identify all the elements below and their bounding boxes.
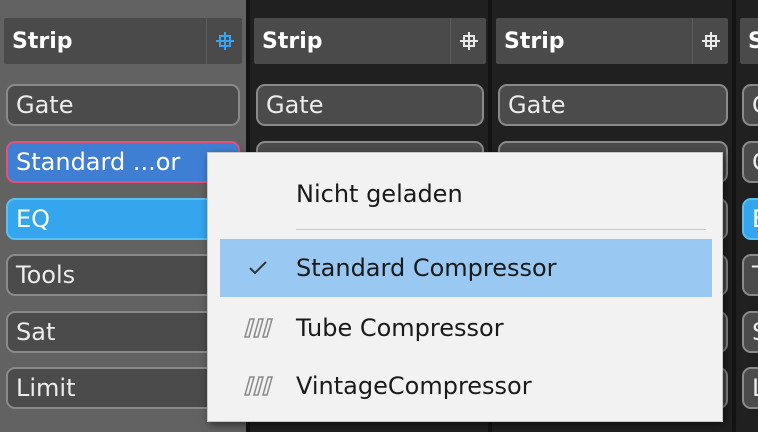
slot-partial[interactable]: G bbox=[742, 141, 758, 183]
menu-item-not-loaded[interactable]: Nicht geladen bbox=[220, 165, 712, 223]
checkmark-icon bbox=[238, 253, 278, 283]
menu-item-standard-compressor[interactable]: Standard Compressor bbox=[220, 239, 712, 297]
strip-header[interactable]: Strip bbox=[4, 18, 242, 64]
slot-limit[interactable]: Limit bbox=[6, 367, 240, 409]
strip-header[interactable]: Strip bbox=[254, 18, 486, 64]
strip-title: Strip bbox=[12, 28, 73, 54]
slot-compressor[interactable]: Standard ...or bbox=[6, 141, 240, 183]
link-icon[interactable] bbox=[450, 18, 486, 64]
menu-item-label: VintageCompressor bbox=[296, 372, 532, 400]
strip-title: S bbox=[748, 28, 758, 54]
menu-item-label: Tube Compressor bbox=[296, 314, 504, 342]
strip-column-4: S G G E T S L bbox=[736, 0, 758, 432]
menu-separator bbox=[296, 229, 706, 230]
menu-item-tube-compressor[interactable]: Tube Compressor bbox=[220, 299, 712, 357]
menu-item-label: Nicht geladen bbox=[296, 180, 463, 208]
slot-partial[interactable]: E bbox=[742, 198, 758, 240]
slot-eq[interactable]: EQ bbox=[6, 198, 240, 240]
slot-gate[interactable]: Gate bbox=[498, 84, 728, 126]
slot-gate[interactable]: Gate bbox=[6, 84, 240, 126]
slot-partial[interactable]: T bbox=[742, 254, 758, 296]
menu-item-vintage-compressor[interactable]: VintageCompressor bbox=[220, 357, 712, 415]
link-icon[interactable] bbox=[692, 18, 728, 64]
strip-header[interactable]: S bbox=[740, 18, 758, 64]
slot-partial[interactable]: G bbox=[742, 84, 758, 126]
slot-partial[interactable]: L bbox=[742, 367, 758, 409]
plugin-strip-icon bbox=[238, 313, 278, 343]
slot-sat[interactable]: Sat bbox=[6, 311, 240, 353]
strip-header[interactable]: Strip bbox=[496, 18, 728, 64]
slot-tools[interactable]: Tools bbox=[6, 254, 240, 296]
link-icon[interactable] bbox=[206, 18, 242, 64]
plugin-strip-icon bbox=[238, 371, 278, 401]
plugin-context-menu: Nicht geladen Standard Compressor Tube C… bbox=[207, 152, 723, 422]
strip-title: Strip bbox=[504, 28, 565, 54]
strip-title: Strip bbox=[262, 28, 323, 54]
slot-gate[interactable]: Gate bbox=[256, 84, 484, 126]
slot-partial[interactable]: S bbox=[742, 311, 758, 353]
menu-item-label: Standard Compressor bbox=[296, 254, 557, 282]
